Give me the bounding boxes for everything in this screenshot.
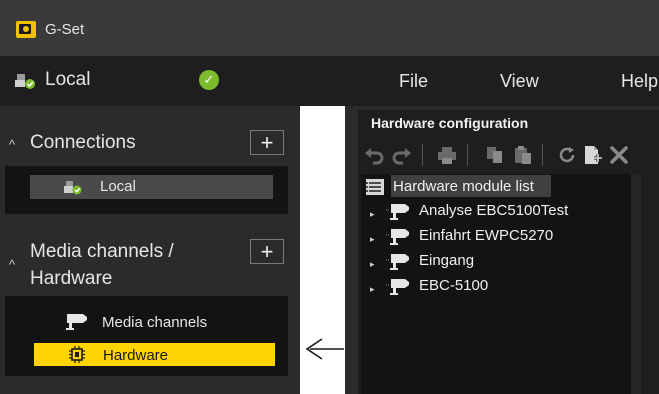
menu-bar xyxy=(0,56,659,106)
tree-root-label: Hardware module list xyxy=(393,178,534,195)
expand-triangle-icon[interactable]: ▸ xyxy=(370,284,378,294)
tree-item[interactable]: Analyse EBC5100Test xyxy=(419,201,568,220)
sidebar-item-hardware-label: Hardware xyxy=(103,347,169,364)
toolbar-separator xyxy=(467,144,468,166)
expand-triangle-icon[interactable]: ▸ xyxy=(370,234,378,244)
section-title-media-line1[interactable]: Media channels / xyxy=(30,238,174,265)
copy-icon[interactable] xyxy=(484,145,506,165)
title-bar: G-Set xyxy=(0,0,659,56)
add-connection-button[interactable]: + xyxy=(250,130,284,155)
menu-file[interactable]: File xyxy=(399,70,428,92)
delete-icon[interactable] xyxy=(608,145,630,165)
pointer-arrow-icon xyxy=(301,333,351,365)
connection-item-label: Local xyxy=(100,178,136,195)
network-connection-icon xyxy=(64,181,82,195)
collapse-chevron-icon[interactable]: ^ xyxy=(9,257,15,272)
refresh-icon[interactable] xyxy=(556,145,578,165)
camera-icon xyxy=(66,314,87,330)
menu-view[interactable]: View xyxy=(500,70,539,92)
toolbar-separator xyxy=(542,144,543,166)
section-title-media-line2[interactable]: Hardware xyxy=(30,265,112,292)
tree-item[interactable]: Einfahrt EWPC5270 xyxy=(419,226,553,245)
new-document-icon[interactable] xyxy=(582,145,604,165)
camera-icon xyxy=(386,254,409,270)
window-title: G-Set xyxy=(45,21,85,38)
add-media-button[interactable]: + xyxy=(250,239,284,264)
network-connection-icon xyxy=(15,74,35,89)
camera-icon xyxy=(386,204,409,220)
chip-icon xyxy=(69,346,85,363)
section-title-connections[interactable]: Connections xyxy=(30,129,136,156)
paste-icon[interactable] xyxy=(512,145,534,165)
camera-icon xyxy=(386,279,409,295)
app-window: G-Set Local ✓ File View Help ^ Connectio… xyxy=(0,0,659,394)
toolbar-separator xyxy=(422,144,423,166)
panel-title: Hardware configuration xyxy=(371,115,529,131)
connection-name[interactable]: Local xyxy=(45,69,90,91)
module-list-icon xyxy=(366,179,384,195)
expand-triangle-icon[interactable]: ▸ xyxy=(370,209,378,219)
redo-icon[interactable] xyxy=(391,145,413,165)
check-circle-icon: ✓ xyxy=(199,70,219,90)
sidebar-item-media-channels[interactable]: Media channels xyxy=(102,313,207,332)
undo-icon[interactable] xyxy=(363,145,385,165)
tree-item[interactable]: EBC-5100 xyxy=(419,276,488,295)
tree-scrollbar[interactable] xyxy=(631,174,641,394)
menu-help[interactable]: Help xyxy=(621,70,658,92)
camera-icon xyxy=(386,229,409,245)
expand-triangle-icon[interactable]: ▸ xyxy=(370,259,378,269)
print-icon[interactable] xyxy=(436,145,458,165)
collapse-chevron-icon[interactable]: ^ xyxy=(9,137,15,152)
tree-item[interactable]: Eingang xyxy=(419,251,474,270)
app-logo-icon xyxy=(16,21,36,38)
